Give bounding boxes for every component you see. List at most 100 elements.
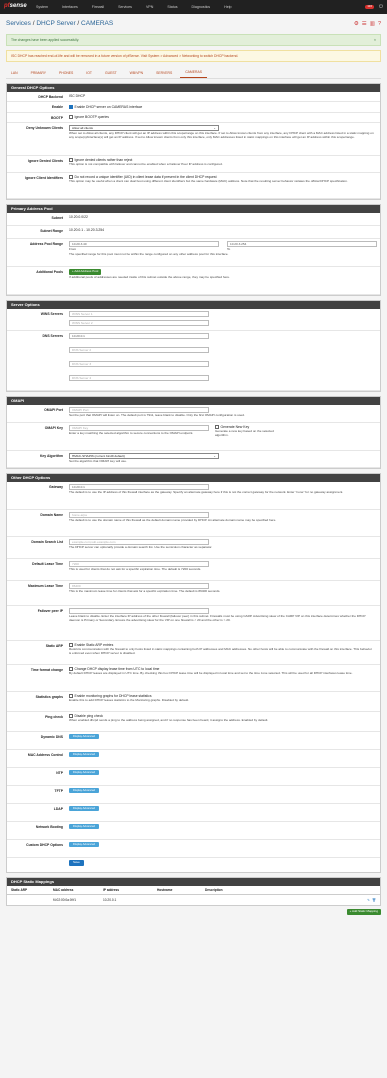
dashboard-icon[interactable]: ⚙ [354,21,359,28]
pfsense-logo[interactable]: pf sense [4,3,27,12]
dns3-input[interactable]: DNS Server 3 [69,360,209,367]
field-label: DNS Servers [42,333,63,338]
tab-wbvpn[interactable]: WB/VPN [125,71,148,78]
add-static-mapping-button[interactable]: + Add Static Mapping [346,908,381,915]
gateway-input[interactable]: 10.20.0.1 [69,483,209,490]
other-options-panel: Other DHCP Options Gateway 10.20.0.1 The d… [6,472,381,873]
panel-heading: DHCP Static Mappings [7,877,380,886]
notices-badge[interactable]: 116 [365,4,375,9]
deny-unknown-select[interactable]: Allow all clients ⌄ [69,124,219,131]
field-label: Deny Unknown Clients [26,125,63,130]
delete-icon[interactable]: 🗑 [372,898,376,902]
field-label: Ping check [45,714,63,719]
logout-icon[interactable]: ⏻ [379,4,383,10]
edit-icon[interactable]: ✎ [367,898,370,902]
tab-primary[interactable]: PRIMARY [26,71,51,78]
max-lease-input[interactable]: 86400 [69,582,209,589]
field-label: Ignore Client Identifiers [25,175,63,180]
field-label: OMAPI Port [44,407,63,412]
list-icon[interactable]: ☰ [362,21,367,28]
add-pool-button[interactable]: + Add Address Pool [69,268,102,275]
page-header: Services / DHCP Server / CAMERAS ⚙ ☰ ▥ ? [0,14,387,34]
field-label: OMAPI Key [44,425,63,430]
field-label: Failover peer IP [37,608,63,613]
tab-iot[interactable]: IOT [81,71,97,78]
dns1-input[interactable]: 10.20.0.1 [69,332,209,339]
default-lease-input[interactable]: 7200 [69,560,209,567]
tab-guest[interactable]: GUEST [100,71,122,78]
field-label: Gateway [49,484,63,489]
breadcrumb: Services / DHCP Server / CAMERAS [6,19,114,27]
field-label: Custom DHCP Options [26,842,63,847]
help-icon[interactable]: ? [378,21,381,28]
field-label: Domain Search List [31,539,63,544]
save-button[interactable]: Save [69,859,84,866]
tab-phones[interactable]: PHONES [54,71,78,78]
field-label: Enable [51,105,63,110]
breadcrumb-services[interactable]: Services [6,20,31,27]
tab-cameras[interactable]: CAMERAS [180,70,207,78]
menu-status[interactable]: Status [167,5,177,9]
menu-system[interactable]: System [36,5,48,9]
table-row: f4:02:00:0a:0f:f1 10.20.0.1 ✎ 🗑 [53,897,376,902]
field-label: BOOTP [50,115,63,120]
field-label: Address Pool Range [29,241,63,246]
panel-heading: Primary Address Pool [7,204,380,213]
menu-help[interactable]: Help [224,5,231,9]
tab-lan[interactable]: LAN [6,71,23,78]
menu-diagnostics[interactable]: Diagnostics [192,5,211,9]
panel-heading: General DHCP Options [7,84,380,92]
chevron-down-icon: ⌄ [213,453,216,458]
display-advanced-button[interactable]: Display Advanced [69,787,99,794]
enable-checkbox[interactable] [69,105,73,109]
omapi-port-input[interactable]: OMAPI Port [69,406,209,413]
menu-services[interactable]: Services [118,5,132,9]
menu-firewall[interactable]: Firewall [92,5,104,9]
main-menu: System Interfaces Firewall Services VPN … [36,5,246,9]
backend-value: ISC DHCP [69,94,86,98]
key-algorithm-select[interactable]: HMAC-SHA256 (current bind9 default) ⌄ [69,452,219,459]
wins1-input[interactable]: WINS Server 1 [69,310,209,317]
range-from-input[interactable]: 10.20.3.40 [69,240,219,247]
wins2-input[interactable]: WINS Server 2 [69,319,209,326]
field-label: Additional Pools [36,269,63,274]
breadcrumb-dhcp-server[interactable]: DHCP Server [36,20,75,27]
display-advanced-button[interactable]: Display Advanced [69,841,99,848]
menu-vpn[interactable]: VPN [146,5,153,9]
display-advanced-button[interactable]: Display Advanced [69,769,99,776]
field-label: Default Lease Time [32,561,63,566]
menu-interfaces[interactable]: Interfaces [62,5,78,9]
field-label: DHCP Backend [38,95,63,99]
omapi-panel: OMAPI OMAPI Port OMAPI Port Set the port t… [6,395,381,469]
domain-name-input[interactable]: home.arpa [69,511,209,518]
range-to-input[interactable]: 10.20.3.254 [227,240,377,247]
display-advanced-button[interactable]: Display Advanced [69,751,99,758]
panel-heading: Server Options [7,300,380,309]
omapi-key-input[interactable]: OMAPI Key [69,424,209,431]
dns2-input[interactable]: DNS Server 2 [69,346,209,353]
success-alert: The changes have been applied successful… [6,34,381,46]
table-header: Static ARP MAC address IP address Hostname D… [7,886,380,895]
field-label: LDAP [53,806,63,811]
field-label: Maximum Lease Time [28,583,63,588]
tab-servers[interactable]: SERVERS [151,71,177,78]
display-advanced-button[interactable]: Display Advanced [69,733,99,740]
interface-tabs: LAN PRIMARY PHONES IOT GUEST WB/VPN SERV… [6,66,381,79]
close-icon[interactable]: × [374,38,376,42]
panel-heading: OMAPI [7,396,380,405]
field-label: Statistics graphs [35,694,63,699]
bootp-checkbox[interactable] [69,115,73,119]
display-advanced-button[interactable]: Display Advanced [69,823,99,830]
general-options-panel: General DHCP Options DHCP Backend ISC DHC… [6,83,381,200]
display-advanced-button[interactable]: Display Advanced [69,805,99,812]
address-pool-panel: Primary Address Pool Subnet 10.20.0.0/22 … [6,203,381,296]
static-mappings-panel: DHCP Static Mappings Static ARP MAC addre… [6,876,381,906]
dns4-input[interactable]: DNS Server 4 [69,374,209,381]
field-label: NTP [56,770,63,775]
field-label: Domain Name [40,512,63,517]
failover-peer-input[interactable] [69,607,209,614]
chart-icon[interactable]: ▥ [370,21,375,28]
domain-search-input[interactable]: example.com;sub.example.com [69,538,209,545]
breadcrumb-cameras[interactable]: CAMERAS [81,20,113,27]
panel-heading: Other DHCP Options [7,473,380,482]
